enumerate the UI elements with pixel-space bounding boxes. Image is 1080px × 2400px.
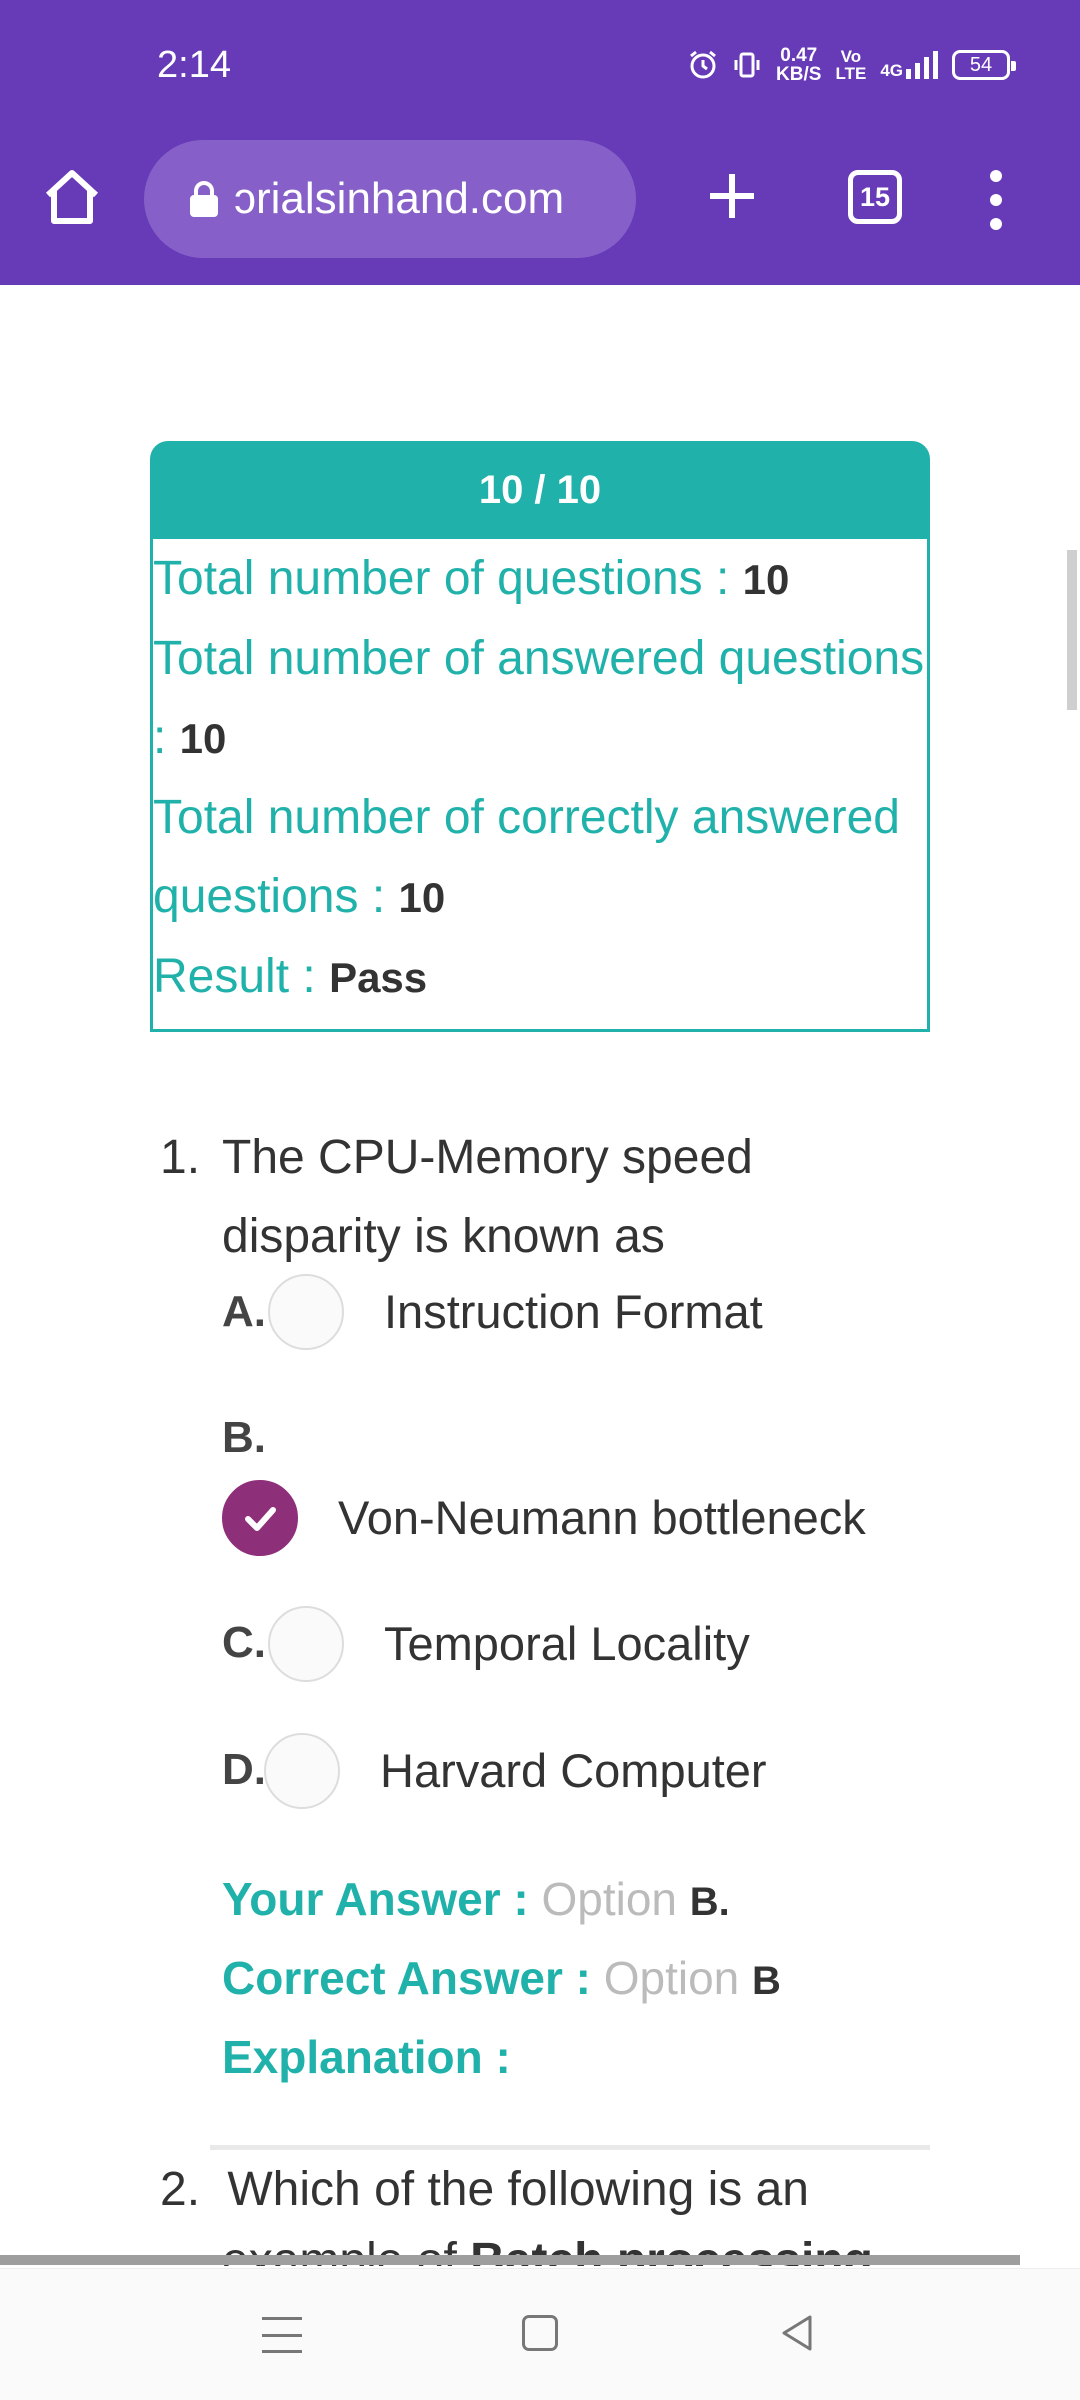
correct-questions-label-cont: questions : [153,870,399,923]
net-speed-value: 0.47 [780,45,818,66]
question-2-number: 2. [160,2163,201,2216]
your-answer-line: Your Answer : Option B. [222,1872,730,1926]
result-row: Result : Pass [153,937,927,1017]
tabs-button[interactable]: 15 [848,170,902,224]
option-b-radio[interactable] [222,1480,298,1556]
score-header: 10 / 10 [150,441,930,539]
address-bar[interactable]: ɔrialsinhand.com [144,140,636,258]
answered-questions-value: 10 [179,715,227,762]
result-body: Total number of questions : 10 Total num… [153,539,927,1029]
your-answer-label: Your Answer : [222,1873,542,1925]
url-text: ɔrialsinhand.com [234,174,565,223]
result-label: Result : [153,950,330,1003]
vibrate-icon [734,52,760,78]
answered-questions-row: Total number of answered questions [153,619,927,698]
back-icon[interactable] [778,2313,818,2353]
total-questions-label: Total number of questions : [153,552,743,605]
volte-top: Vo [840,47,862,66]
answered-questions-row-cont: : 10 [153,698,927,778]
status-time: 2:14 [157,44,231,86]
status-icons: 0.47 KB/S Vo LTE 4G 54 [688,46,1016,84]
lock-icon [190,181,218,217]
horizontal-scrollbar[interactable] [0,2255,1020,2265]
option-c-radio[interactable] [268,1606,344,1682]
home-icon[interactable] [40,165,104,229]
correct-answer-line: Correct Answer : Option B [222,1951,781,2005]
option-c-text[interactable]: Temporal Locality [384,1616,750,1671]
correct-answer-option: Option [603,1952,753,2004]
question-2: 2. Which of the following is an [160,2150,809,2229]
result-card: 10 / 10 Total number of questions : 10 T… [150,441,930,1032]
option-d-radio[interactable] [264,1733,340,1809]
your-answer-value: B. [689,1880,730,1924]
question-text: The CPU-Memory speed disparity is known … [222,1131,753,1263]
browser-top-bar: 2:14 0.47 KB/S Vo LTE 4G 54 ɔrialsinhand… [0,0,1080,285]
new-tab-button[interactable] [700,164,764,228]
battery-level: 54 [969,53,993,76]
correct-questions-row-cont: questions : 10 [153,857,927,937]
option-b-text[interactable]: Von-Neumann bottleneck [338,1490,866,1545]
answered-questions-label-cont: : [153,711,180,764]
correct-questions-label: Total number of correctly answered [153,791,900,844]
answered-questions-label: Total number of answered questions [153,632,925,685]
home-nav-icon[interactable] [522,2315,558,2351]
checkmark-icon [245,1507,276,1531]
option-d-text[interactable]: Harvard Computer [380,1743,767,1798]
question-number: 1. [160,1131,201,1184]
alarm-icon [690,50,716,79]
correct-questions-value: 10 [398,874,446,921]
option-c-letter: C. [222,1618,266,1667]
result-value: Pass [329,954,428,1001]
option-a-radio[interactable] [268,1274,344,1350]
option-a-text[interactable]: Instruction Format [384,1284,763,1339]
option-d-letter: D. [222,1745,266,1794]
total-questions-row: Total number of questions : 10 [153,539,927,619]
correct-answer-value: B [752,1959,781,2003]
status-bar: 2:14 0.47 KB/S Vo LTE 4G 54 [0,0,1080,130]
network-type: 4G [880,61,903,80]
correct-questions-row: Total number of correctly answered [153,778,927,857]
volte-bottom: LTE [835,64,867,83]
option-b-letter: B. [222,1413,266,1462]
total-questions-value: 10 [742,556,790,603]
overflow-menu-icon[interactable] [978,170,1014,230]
question-2-text: Which of the following is an [227,2163,809,2216]
vertical-scrollbar[interactable] [1067,550,1077,710]
network-indicator: 4G [880,51,938,79]
recent-apps-icon[interactable] [262,2317,302,2353]
system-nav-bar [0,2268,1080,2400]
net-speed: 0.47 KB/S [776,46,821,84]
tab-count: 15 [859,181,891,212]
your-answer-option: Option [541,1873,690,1925]
option-a-letter: A. [222,1287,266,1336]
explanation-label: Explanation : [222,2031,511,2083]
correct-answer-label: Correct Answer : [222,1952,604,2004]
battery-icon: 54 [952,50,1016,80]
plus-icon [710,174,754,218]
signal-icon [906,51,938,79]
explanation-line: Explanation : [222,2030,511,2084]
volte-indicator: Vo LTE [835,48,866,82]
net-speed-unit: KB/S [776,64,822,85]
